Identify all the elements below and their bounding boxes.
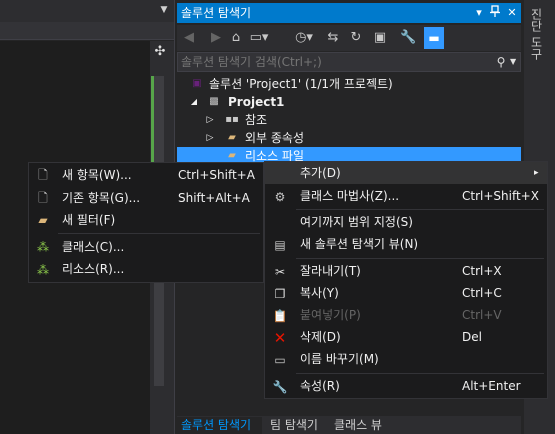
tab-class-view[interactable]: 클래스 뷰: [334, 417, 382, 434]
delete-icon: ✕: [273, 329, 287, 347]
tree-item-external-dependencies[interactable]: 외부 종속성: [245, 129, 304, 147]
split-window-icon[interactable]: ✣: [152, 44, 168, 60]
solution-icon: ▣: [192, 78, 202, 89]
editor-tab-strip: [0, 0, 174, 22]
existing-item-icon: 🗋: [38, 191, 48, 205]
shortcut-paste: Ctrl+V: [462, 308, 502, 322]
change-marker: [151, 76, 154, 166]
editor-navigation-bar: [0, 22, 174, 40]
tab-dropdown-icon[interactable]: ▼: [158, 4, 170, 16]
submenu-item-new-item[interactable]: 새 항목(W)...: [62, 164, 132, 186]
panel-title: 솔루션 탐색기: [181, 6, 252, 20]
shortcut-cut: Ctrl+X: [462, 264, 502, 278]
new-filter-icon: ▰: [38, 213, 48, 227]
tab-team-explorer[interactable]: 팀 탐색기: [270, 417, 318, 434]
pending-changes-filter-icon[interactable]: ◷▾: [293, 29, 315, 47]
search-input[interactable]: [181, 54, 481, 70]
forward-icon[interactable]: ▶: [208, 29, 224, 47]
submenu-item-existing-item[interactable]: 기존 항목(G)...: [62, 187, 140, 209]
shortcut-existing-item: Shift+Alt+A: [178, 191, 250, 205]
menu-separator: [296, 209, 544, 210]
menu-separator: [58, 233, 260, 234]
tree-item-references[interactable]: 참조: [245, 111, 267, 129]
rename-icon: ▭: [274, 353, 286, 367]
refresh-icon[interactable]: ↻: [348, 29, 364, 47]
menu-item-scope-to-this[interactable]: 여기까지 범위 지정(S): [300, 211, 413, 233]
sync-with-document-icon[interactable]: ⇆: [325, 29, 341, 47]
collapse-all-icon[interactable]: ▣: [372, 29, 388, 47]
menu-separator: [296, 258, 544, 259]
preview-selected-items-icon[interactable]: ▬: [424, 27, 444, 49]
references-icon: ▪▪: [225, 114, 239, 125]
submenu-item-class[interactable]: 클래스(C)...: [62, 236, 124, 258]
submenu-item-new-filter[interactable]: 새 필터(F): [62, 209, 115, 231]
shortcut-class-wizard: Ctrl+Shift+X: [462, 189, 539, 203]
class-wizard-icon: ⚙: [274, 190, 286, 204]
shortcut-copy: Ctrl+C: [462, 286, 502, 300]
class-icon: ⁂: [37, 240, 49, 254]
wrench-icon: 🔧: [272, 380, 288, 394]
menu-item-copy[interactable]: 복사(Y): [300, 282, 339, 304]
menu-item-class-wizard[interactable]: 클래스 마법사(Z)...: [300, 185, 399, 207]
close-icon[interactable]: ✕: [505, 5, 519, 21]
tab-solution-explorer[interactable]: 솔루션 탐색기: [177, 417, 262, 434]
pin-icon[interactable]: [488, 5, 502, 21]
paste-icon: 📋: [272, 309, 288, 323]
submenu-item-resource[interactable]: 리소스(R)...: [62, 258, 124, 280]
back-icon[interactable]: ◀: [181, 29, 197, 47]
side-tab-diagnostic-tools[interactable]: 진단 도구: [528, 8, 545, 60]
pin-glyph: [490, 5, 500, 17]
search-icon[interactable]: ⚲: [494, 54, 508, 70]
filter-folder-icon: ▰: [228, 132, 236, 143]
menu-item-delete[interactable]: 삭제(D): [300, 326, 341, 348]
shortcut-delete: Del: [462, 330, 482, 344]
search-options-dropdown-icon[interactable]: ▼: [510, 54, 518, 70]
expanded-arrow-icon[interactable]: ◢: [186, 94, 202, 110]
collapsed-arrow-icon[interactable]: ▷: [202, 130, 218, 146]
collapsed-arrow-icon[interactable]: ▷: [202, 112, 218, 128]
tree-item-solution[interactable]: 솔루션 'Project1' (1/1개 프로젝트): [209, 75, 393, 93]
menu-separator: [296, 373, 544, 374]
copy-icon: ❐: [274, 287, 286, 301]
home-icon[interactable]: ⌂: [228, 29, 244, 47]
tree-item-project[interactable]: Project1: [228, 93, 284, 111]
menu-item-paste[interactable]: 붙여넣기(P): [300, 304, 361, 326]
new-item-icon: 🗋: [38, 168, 48, 182]
submenu-arrow-icon: ▸: [534, 168, 539, 178]
switch-views-icon[interactable]: ▭▾: [248, 29, 270, 47]
menu-item-rename[interactable]: 이름 바꾸기(M): [300, 348, 379, 370]
shortcut-properties: Alt+Enter: [462, 379, 521, 393]
new-view-icon: ▤: [274, 238, 286, 252]
resource-icon: ⁂: [37, 263, 49, 277]
shortcut-new-item: Ctrl+Shift+A: [178, 168, 255, 182]
properties-icon[interactable]: 🔧: [400, 29, 416, 47]
cut-icon: ✂: [274, 265, 286, 279]
menu-item-add[interactable]: 추가(D): [300, 162, 341, 184]
menu-item-properties[interactable]: 속성(R): [300, 375, 340, 397]
window-position-icon[interactable]: ▾: [472, 5, 486, 21]
menu-item-cut[interactable]: 잘라내기(T): [300, 260, 361, 282]
project-icon: ▩: [209, 96, 219, 107]
menu-item-new-explorer-view[interactable]: 새 솔루션 탐색기 뷰(N): [300, 233, 418, 255]
